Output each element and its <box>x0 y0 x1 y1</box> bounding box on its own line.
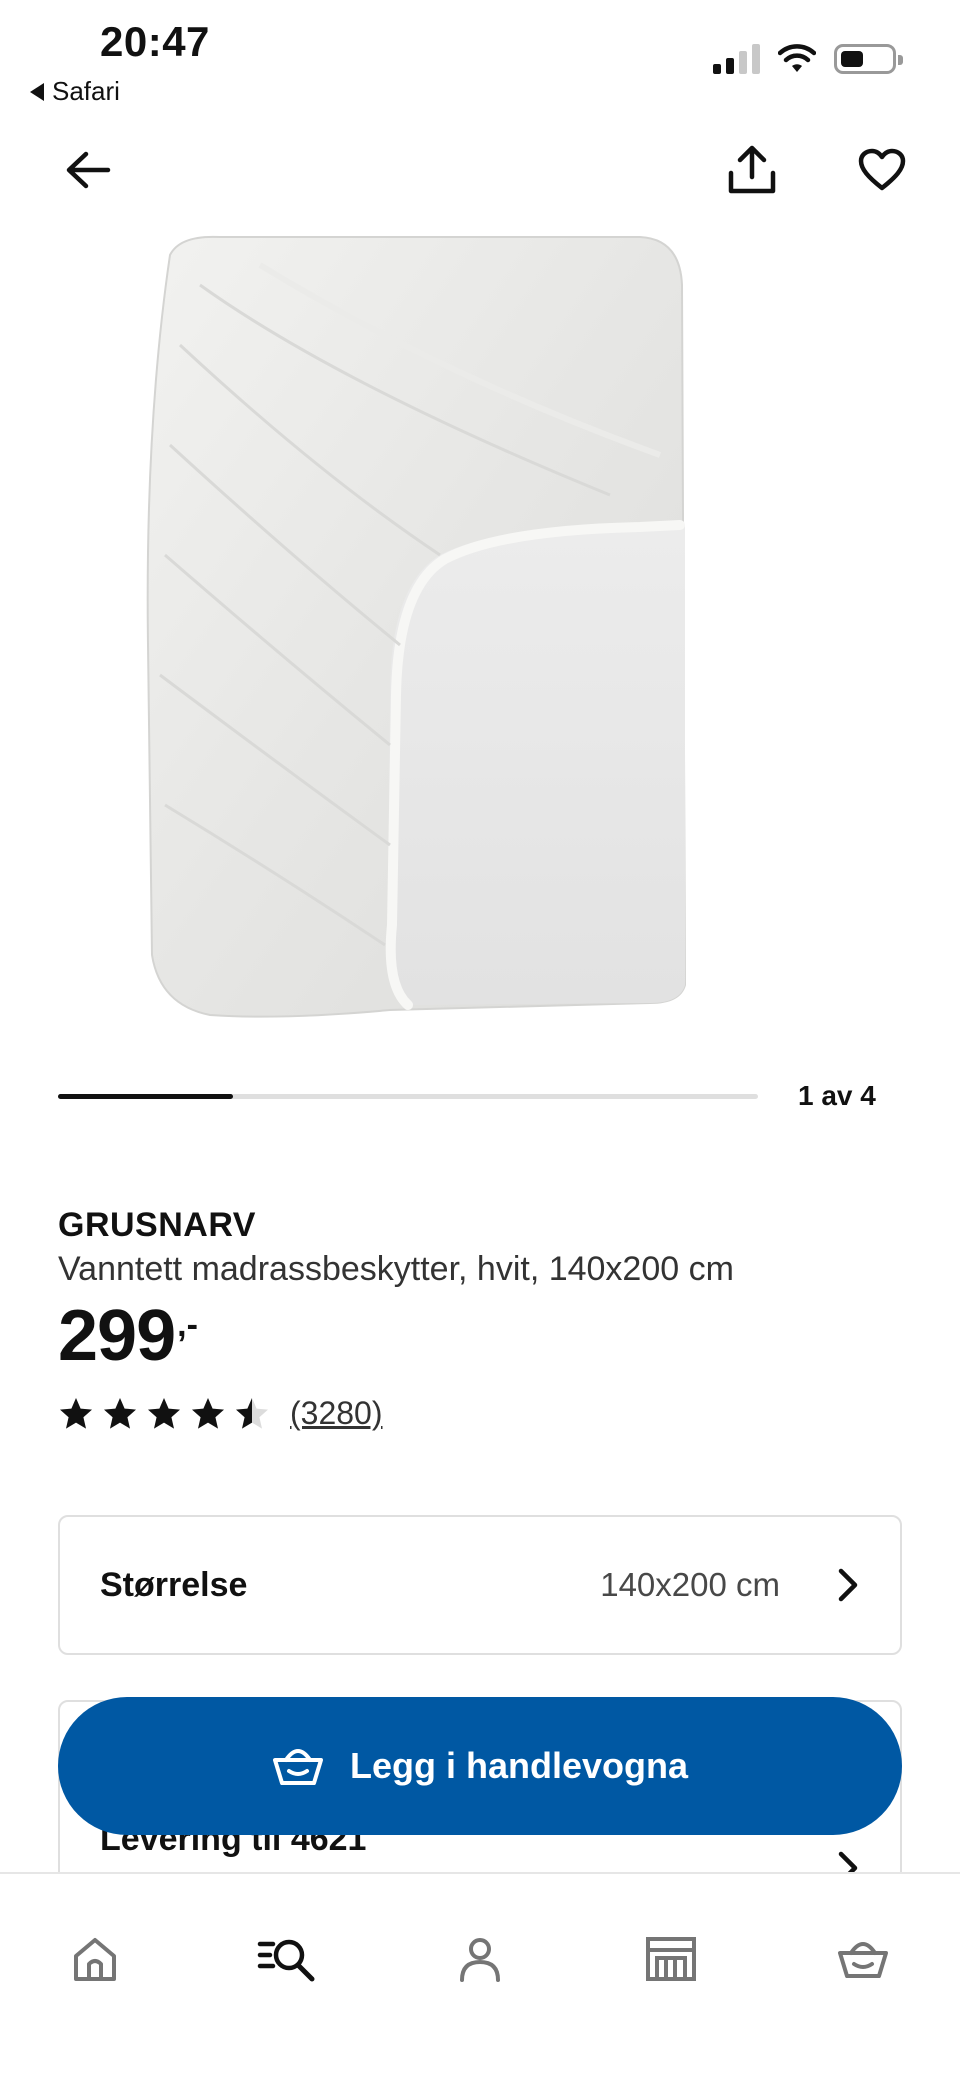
basket-icon <box>272 1749 323 1785</box>
product-description: Vanntett madrassbeskytter, hvit, 140x200… <box>58 1250 734 1288</box>
product-rating[interactable]: (3280) <box>58 1395 383 1432</box>
nav-profile[interactable] <box>445 1924 515 1994</box>
profile-icon <box>460 1938 500 1982</box>
back-button[interactable] <box>58 140 118 200</box>
search-icon <box>257 1939 315 1982</box>
product-image[interactable] <box>140 225 700 1025</box>
star-icon <box>148 1397 180 1429</box>
price-suffix: ,- <box>177 1306 198 1344</box>
nav-store[interactable] <box>636 1924 706 1994</box>
back-triangle-icon <box>30 82 44 101</box>
product-price: 299 ,- <box>58 1300 198 1372</box>
nav-basket[interactable] <box>828 1924 898 1994</box>
bottom-navigation <box>0 1872 960 2078</box>
image-carousel-progress: 1 av 4 <box>58 1080 958 1120</box>
review-count-link[interactable]: (3280) <box>290 1395 383 1432</box>
price-value: 299 <box>58 1296 176 1376</box>
size-value: 140x200 cm <box>600 1566 780 1603</box>
heart-icon <box>858 148 906 191</box>
size-label: Størrelse <box>100 1565 248 1604</box>
nav-search[interactable] <box>252 1924 322 1994</box>
add-to-cart-label: Legg i handlevogna <box>349 1745 689 1786</box>
rating-stars <box>58 1396 270 1432</box>
arrow-left-icon <box>66 151 111 189</box>
cellular-signal-icon <box>713 44 760 74</box>
status-time: 20:47 <box>100 18 210 65</box>
back-to-safari-link[interactable]: Safari <box>30 76 120 107</box>
back-app-label: Safari <box>52 76 120 106</box>
product-name: GRUSNARV <box>58 1206 256 1244</box>
wifi-icon <box>778 44 816 72</box>
home-icon <box>74 1938 116 1981</box>
favorite-button[interactable] <box>852 140 912 200</box>
image-counter: 1 av 4 <box>798 1080 876 1111</box>
status-bar: 20:47 Safari <box>0 0 960 120</box>
share-button[interactable] <box>722 140 782 200</box>
share-icon <box>728 145 776 194</box>
basket-icon <box>838 1942 888 1978</box>
add-to-cart-button[interactable]: Legg i handlevogna <box>58 1697 902 1835</box>
star-icon <box>192 1397 224 1429</box>
star-icon <box>236 1397 268 1429</box>
store-icon <box>646 1937 696 1981</box>
progress-track <box>58 1094 758 1099</box>
chevron-right-icon <box>838 1568 858 1602</box>
size-selector[interactable]: Størrelse 140x200 cm <box>58 1515 902 1655</box>
battery-icon <box>834 44 903 74</box>
star-icon <box>60 1397 92 1429</box>
nav-home[interactable] <box>60 1924 130 1994</box>
status-icons <box>713 44 903 74</box>
mattress-protector-illustration <box>146 235 687 1018</box>
progress-fill <box>58 1094 233 1099</box>
star-icon <box>104 1397 136 1429</box>
